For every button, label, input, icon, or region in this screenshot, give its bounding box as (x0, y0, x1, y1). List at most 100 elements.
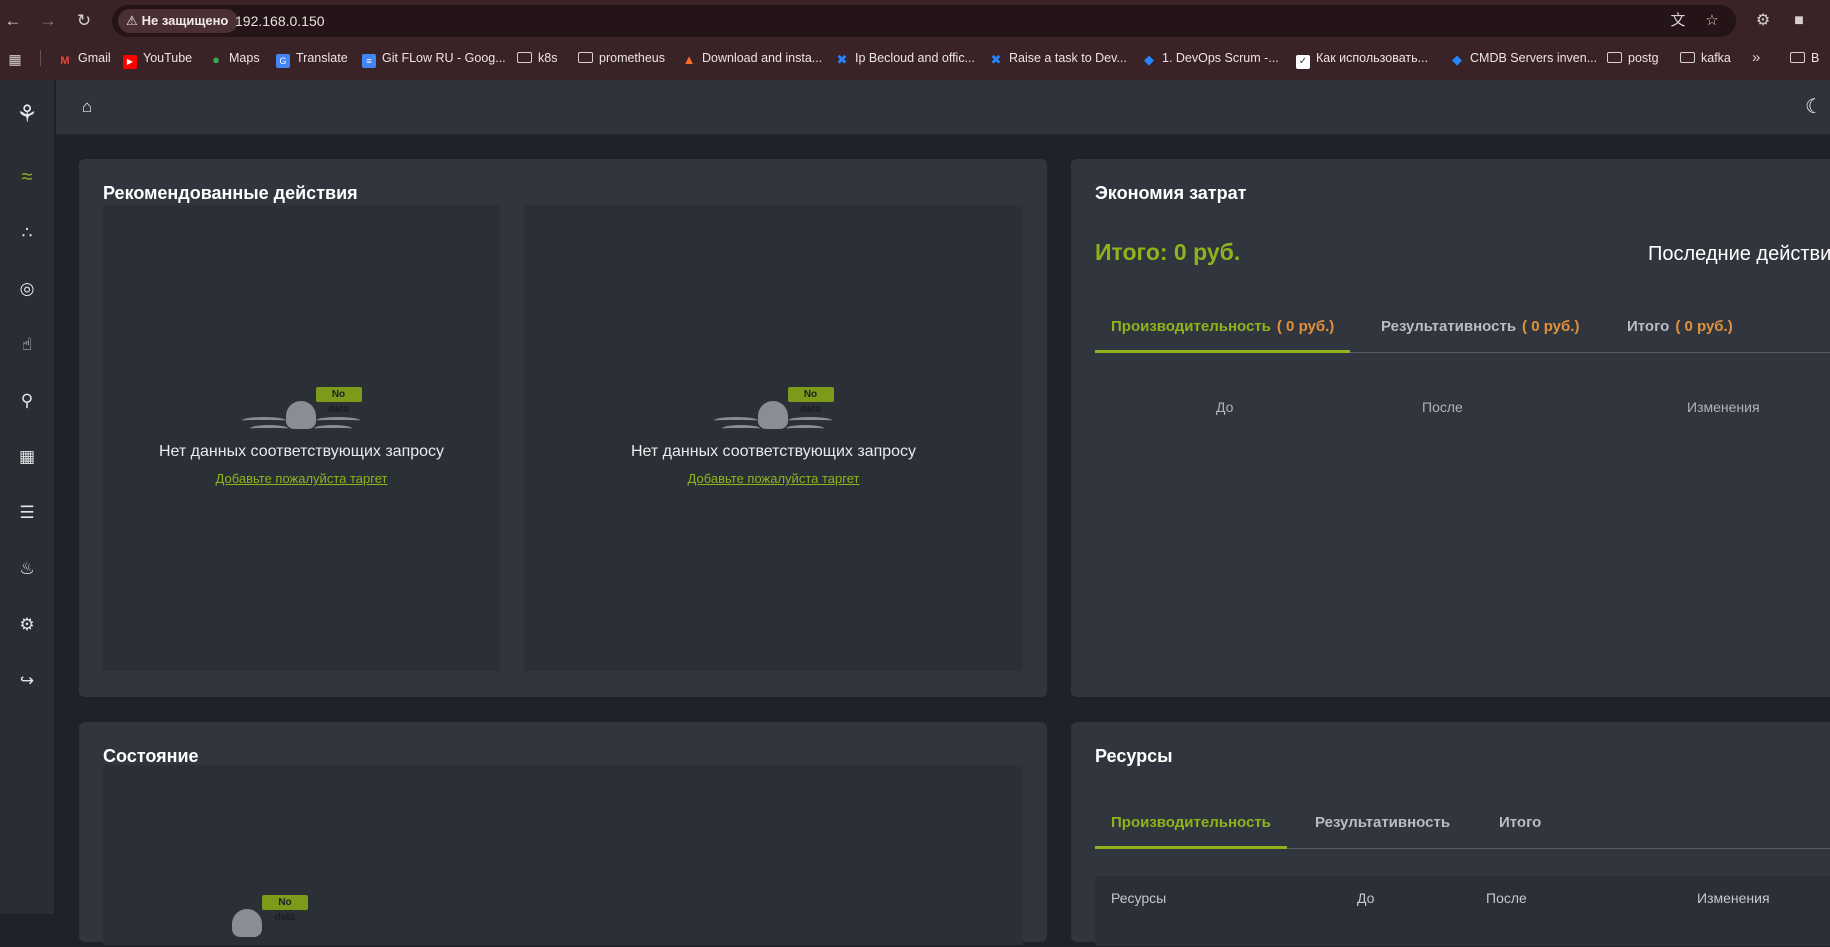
bookmark-k8s[interactable]: k8s (517, 46, 557, 70)
grid-icon[interactable]: ▦ (10, 440, 44, 474)
confluence-icon: ✖ (836, 52, 848, 67)
bookmark-ip-becloud[interactable]: ✖ Ip Becloud and offic... (835, 46, 975, 70)
bookmark-cmdb-servers[interactable]: ◆ CMDB Servers inven... (1450, 46, 1597, 70)
bookmark-youtube[interactable]: ▶ YouTube (123, 46, 192, 70)
bookmark-prometheus[interactable]: prometheus (578, 46, 665, 70)
empty-message: Нет данных соответствующих запросу (630, 443, 917, 460)
extension-puzzle-icon[interactable]: ⚙ (1752, 10, 1774, 32)
bookmark-kak-ispolzovat[interactable]: ✓ Как использовать... (1296, 46, 1428, 70)
waves-dashboard-icon[interactable]: ≈ (10, 160, 44, 194)
folder-icon (578, 52, 593, 63)
column-resources: Ресурсы (1111, 890, 1167, 906)
sidebar: ⚘ ≈ ∴ ◎ ☝ ⚲ ▦ ☰ ♨ ⚙ ↪ (0, 80, 55, 914)
card-title: Экономия затрат (1095, 183, 1247, 203)
bookmark-git-flow[interactable]: ≡ Git FLow RU - Goog... (362, 46, 506, 70)
state-panel: No data (103, 765, 1023, 945)
tab-total[interactable]: Итого (1483, 801, 1557, 849)
folder-icon (1790, 52, 1805, 63)
resources-table-header: Ресурсы До После Изменения (1095, 876, 1830, 946)
app-header: ⌂ ☾ (56, 80, 1830, 135)
bookmark-b-folder[interactable]: B (1790, 46, 1819, 70)
tab-effectiveness[interactable]: Результативность (1299, 801, 1466, 849)
recommended-actions-card: Рекомендованные действия No data Нет дан… (79, 159, 1047, 697)
recommended-panel-right: No data Нет данных соответствующих запро… (524, 205, 1023, 671)
gmail-icon: M (60, 55, 70, 67)
no-data-block: No data Нет данных соответствующих запро… (524, 387, 1023, 486)
folder-icon (517, 52, 532, 63)
more-bookmarks-icon[interactable]: » (1752, 46, 1760, 70)
apps-grid-icon[interactable]: ▦ (8, 46, 28, 70)
bookmark-raise-task[interactable]: ✖ Raise a task to Dev... (989, 46, 1127, 70)
resources-card: Ресурсы Производительность Результативно… (1071, 722, 1830, 946)
bookmark-translate[interactable]: G Translate (276, 46, 348, 70)
jira-diamond-icon: ◆ (1452, 52, 1462, 67)
gear-icon[interactable]: ⚙ (10, 608, 44, 642)
column-after: После (1486, 890, 1527, 906)
add-target-link[interactable]: Добавьте пожалуйста таргет (524, 471, 1023, 486)
no-data-badge: No data (315, 387, 362, 415)
moon-icon[interactable]: ☾ (1802, 95, 1826, 119)
bookmarks-bar: ▦ M Gmail ▶ YouTube ● Maps G Translate ≡ Git … (0, 46, 1830, 70)
bookmark-download-install[interactable]: ▲ Download and insta... (682, 46, 823, 70)
cost-savings-card: Экономия затрат Итого: 0 руб. Последние … (1071, 159, 1830, 697)
logout-icon[interactable]: ↪ (10, 664, 44, 698)
bookmark-gmail[interactable]: M Gmail (58, 46, 110, 70)
home-icon[interactable]: ⌂ (77, 97, 97, 117)
security-label: Не защищено (141, 13, 229, 28)
maps-icon: ● (212, 52, 220, 67)
radar-icon[interactable]: ◎ (10, 272, 44, 306)
resources-tabs: Производительность Результативность Итог… (1095, 801, 1830, 849)
pointer-hand-icon[interactable]: ☝ (10, 328, 44, 362)
gitlab-icon: ▲ (682, 52, 696, 67)
octopus-logo-icon[interactable]: ⚘ (10, 98, 44, 132)
card-title: Ресурсы (1095, 746, 1173, 766)
profile-icon[interactable]: ■ (1788, 10, 1810, 32)
nodes-icon[interactable]: ∴ (10, 216, 44, 250)
tab-total[interactable]: Итого( 0 руб.) (1611, 305, 1749, 353)
bookmark-star-icon[interactable]: ☆ (1702, 12, 1722, 30)
jira-icon: ✖ (990, 52, 1002, 67)
url-text[interactable]: 192.168.0.150 (235, 5, 325, 37)
bell-icon[interactable]: ♨ (10, 552, 44, 586)
translate-page-icon[interactable]: 文 (1668, 12, 1688, 30)
column-after: После (1422, 399, 1463, 415)
bookmark-kafka[interactable]: kafka (1680, 46, 1731, 70)
no-data-badge: No data (787, 387, 834, 415)
reload-icon[interactable]: ↻ (73, 10, 95, 32)
google-docs-icon: ≡ (362, 54, 376, 68)
browser-chrome: ← → ↻ ⚠ Не защищено 192.168.0.150 文 ☆ ⚙ ■… (0, 0, 1830, 80)
tab-performance[interactable]: Производительность( 0 руб.) (1095, 305, 1351, 353)
youtube-icon: ▶ (123, 55, 137, 69)
last-actions-title: Последние действи (1648, 243, 1830, 265)
card-title: Рекомендованные действия (103, 183, 358, 203)
back-arrow-icon[interactable]: ← (2, 10, 24, 32)
octopus-empty-icon: No data (188, 895, 308, 947)
list-icon[interactable]: ☰ (10, 496, 44, 530)
tab-effectiveness[interactable]: Результативность( 0 руб.) (1365, 305, 1595, 353)
state-card: Состояние No data (79, 722, 1047, 945)
tab-performance[interactable]: Производительность (1095, 801, 1287, 849)
omnibox[interactable]: ⚠ Не защищено 192.168.0.150 文 ☆ (112, 5, 1736, 37)
column-changes: Изменения (1697, 890, 1770, 906)
translate-icon: G (276, 54, 290, 68)
octopus-empty-icon: No data (241, 387, 362, 439)
bookmark-postg[interactable]: postg (1607, 46, 1659, 70)
no-data-badge: No data (262, 895, 308, 923)
add-target-link[interactable]: Добавьте пожалуйста таргет (103, 471, 500, 486)
security-chip[interactable]: ⚠ Не защищено (118, 9, 239, 33)
card-title: Состояние (103, 746, 199, 766)
empty-message: Нет данных соответствующих запросу (158, 443, 445, 460)
folder-icon (1680, 52, 1695, 63)
bookmark-separator (40, 50, 41, 66)
no-data-block: No data Нет данных соответствующих запро… (103, 387, 500, 486)
bookmark-maps[interactable]: ● Maps (209, 46, 260, 70)
savings-tabs: Производительность( 0 руб.) Результативн… (1095, 305, 1830, 353)
octopus-empty-icon: No data (713, 387, 834, 439)
page-icon: ✓ (1296, 55, 1310, 69)
column-before: До (1216, 399, 1234, 415)
search-icon[interactable]: ⚲ (10, 384, 44, 418)
recommended-panel-left: No data Нет данных соответствующих запро… (103, 205, 500, 671)
savings-total: Итого: 0 руб. (1095, 239, 1241, 265)
forward-arrow-icon[interactable]: → (37, 10, 59, 32)
bookmark-devops-scrum[interactable]: ◆ 1. DevOps Scrum -... (1142, 46, 1279, 70)
